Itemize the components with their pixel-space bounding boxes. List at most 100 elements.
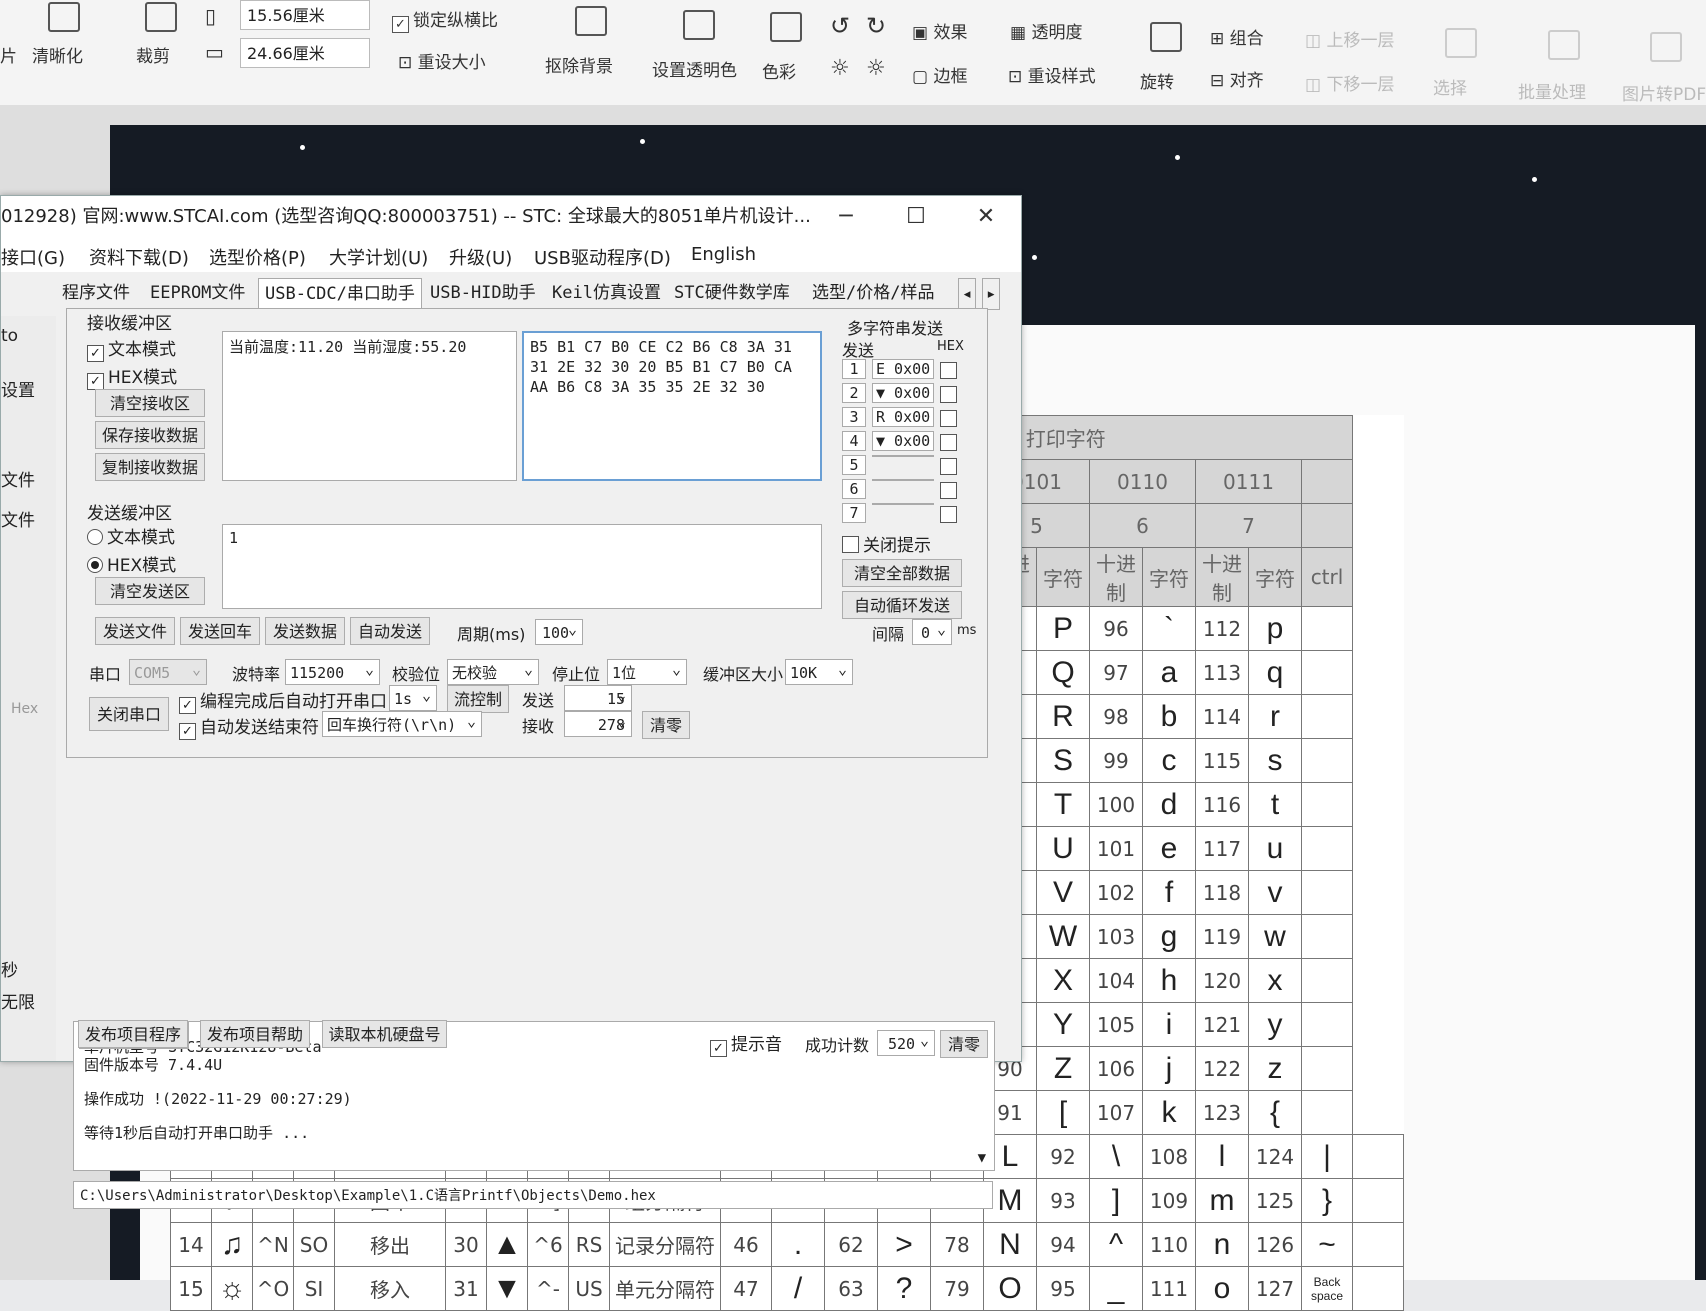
- row-number[interactable]: 6: [842, 479, 866, 499]
- auto-loop-send-button[interactable]: 自动循环发送: [842, 591, 962, 619]
- rotate-button[interactable]: 旋转: [1140, 68, 1174, 93]
- tab-usb-cdc-serial[interactable]: USB-CDC/串口助手: [258, 278, 422, 309]
- menu-interface[interactable]: 接口(G): [1, 244, 65, 270]
- left-strip-item[interactable]: 文件: [1, 466, 35, 491]
- hex-checkbox[interactable]: [940, 434, 957, 451]
- clear-count-button[interactable]: 清零: [642, 711, 690, 739]
- menu-price[interactable]: 选型价格(P): [209, 244, 306, 270]
- group-button[interactable]: ⊞ 组合: [1210, 24, 1264, 49]
- rotate-left-icon[interactable]: ↺: [830, 12, 850, 40]
- row-value[interactable]: ▼ 0x00: [872, 431, 934, 451]
- multi-send-row-4[interactable]: 4 ▼ 0x00: [842, 431, 962, 453]
- send-hex-mode-radio[interactable]: HEX模式: [87, 551, 176, 576]
- hex-checkbox[interactable]: [940, 410, 957, 427]
- tab-selection[interactable]: 选型/价格/样品: [806, 278, 940, 308]
- row-value[interactable]: E 0x00: [872, 359, 934, 379]
- left-strip-item[interactable]: 秒: [1, 956, 18, 981]
- send-data-button[interactable]: 发送数据: [265, 617, 345, 645]
- width-input[interactable]: 15.56厘米: [240, 0, 370, 30]
- publish-program-button[interactable]: 发布项目程序: [78, 1020, 188, 1048]
- row-number[interactable]: 4: [842, 431, 866, 451]
- receive-text-mode-checkbox[interactable]: ✓ 文本模式: [87, 335, 176, 362]
- publish-help-button[interactable]: 发布项目帮助: [200, 1020, 310, 1048]
- auto-send-button[interactable]: 自动发送: [350, 617, 430, 645]
- close-button[interactable]: ✕: [961, 196, 1011, 238]
- tab-keil[interactable]: Keil仿真设置: [546, 278, 667, 308]
- clear-success-button[interactable]: 清零: [940, 1030, 988, 1058]
- multi-send-row-5[interactable]: 5: [842, 455, 962, 477]
- tab-usb-hid[interactable]: USB-HID助手: [424, 278, 542, 308]
- clarify-button[interactable]: 清晰化: [32, 42, 83, 67]
- transparency-button[interactable]: ▦ 透明度: [1010, 18, 1082, 43]
- effect-button[interactable]: ▣ 效果: [912, 18, 967, 43]
- crop-button[interactable]: 裁剪: [136, 42, 170, 67]
- set-transparent-button[interactable]: 设置透明色: [652, 56, 737, 81]
- tab-scroll-left-icon[interactable]: ◂: [958, 278, 977, 310]
- bring-forward-button[interactable]: ◫ 上移一层: [1305, 26, 1394, 51]
- receive-text-area[interactable]: 当前温度:11.20 当前湿度:55.20: [222, 331, 517, 481]
- brightness-icon[interactable]: ☼: [830, 56, 850, 81]
- hex-checkbox[interactable]: [940, 506, 957, 523]
- row-value[interactable]: ▼ 0x00: [872, 383, 934, 403]
- multi-send-row-7[interactable]: 7: [842, 503, 962, 525]
- minimize-button[interactable]: ─: [821, 196, 871, 238]
- read-disk-button[interactable]: 读取本机硬盘号: [322, 1020, 447, 1048]
- tab-scroll-right-icon[interactable]: ▸: [982, 278, 1001, 310]
- menu-upgrade[interactable]: 升级(U): [449, 244, 512, 270]
- remove-bg-button[interactable]: 抠除背景: [545, 52, 613, 77]
- multi-send-row-3[interactable]: 3 R 0x00: [842, 407, 962, 429]
- to-pdf-button[interactable]: 图片转PDF: [1622, 80, 1706, 105]
- row-value[interactable]: [872, 503, 934, 505]
- close-port-button[interactable]: 关闭串口: [89, 697, 169, 731]
- sound-hint-checkbox[interactable]: ✓ 提示音: [710, 1030, 782, 1057]
- menu-university[interactable]: 大学计划(U): [329, 244, 428, 270]
- send-text-mode-radio[interactable]: 文本模式: [87, 523, 175, 548]
- clear-all-button[interactable]: 清空全部数据: [842, 559, 962, 587]
- rotate-right-icon[interactable]: ↻: [866, 12, 886, 40]
- row-number[interactable]: 3: [842, 407, 866, 427]
- auto-end-checkbox[interactable]: ✓ 自动发送结束符: [179, 713, 319, 740]
- log-scroll-down-icon[interactable]: ▼: [978, 1150, 986, 1166]
- auto-open-delay-select[interactable]: 1s: [389, 682, 437, 711]
- row-number[interactable]: 7: [842, 503, 866, 523]
- multi-send-row-1[interactable]: 1 E 0x00: [842, 359, 962, 381]
- row-number[interactable]: 1: [842, 359, 866, 379]
- clear-receive-button[interactable]: 清空接收区: [95, 389, 205, 417]
- period-input[interactable]: 100: [535, 616, 583, 645]
- close-hint-checkbox[interactable]: 关闭提示: [842, 531, 931, 556]
- flow-control-button[interactable]: 流控制: [447, 685, 509, 713]
- interval-input[interactable]: 0: [912, 616, 952, 645]
- send-file-button[interactable]: 发送文件: [95, 617, 175, 645]
- left-strip-item[interactable]: to: [1, 326, 18, 346]
- row-value[interactable]: [872, 479, 934, 481]
- hex-checkbox[interactable]: [940, 458, 957, 475]
- row-number[interactable]: 5: [842, 455, 866, 475]
- receive-hex-mode-checkbox[interactable]: ✓ HEX模式: [87, 363, 177, 390]
- menu-usb-driver[interactable]: USB驱动程序(D): [534, 244, 671, 270]
- reset-style-button[interactable]: ⊡ 重设样式: [1008, 62, 1096, 87]
- buffer-size-select[interactable]: 10K: [785, 656, 853, 685]
- left-strip-item[interactable]: 无限: [1, 988, 35, 1013]
- send-return-button[interactable]: 发送回车: [180, 617, 260, 645]
- multi-send-row-2[interactable]: 2 ▼ 0x00: [842, 383, 962, 405]
- batch-button[interactable]: 批量处理: [1518, 78, 1586, 103]
- tab-program-file[interactable]: 程序文件: [56, 278, 136, 308]
- align-button[interactable]: ⊟ 对齐: [1210, 66, 1264, 91]
- menu-download[interactable]: 资料下载(D): [89, 244, 189, 270]
- copy-receive-button[interactable]: 复制接收数据: [95, 453, 205, 481]
- port-select[interactable]: COM5: [129, 656, 207, 685]
- hex-checkbox[interactable]: [940, 386, 957, 403]
- select-button[interactable]: 选择: [1433, 74, 1467, 99]
- row-value[interactable]: [872, 455, 934, 457]
- receive-hex-area[interactable]: B5 B1 C7 B0 CE C2 B6 C8 3A 31 31 2E 32 3…: [522, 331, 822, 481]
- row-number[interactable]: 2: [842, 383, 866, 403]
- row-value[interactable]: R 0x00: [872, 407, 934, 427]
- reset-size-button[interactable]: ⊡ 重设大小: [398, 48, 486, 73]
- save-receive-button[interactable]: 保存接收数据: [95, 421, 205, 449]
- menu-english[interactable]: English: [691, 244, 756, 265]
- contrast-icon[interactable]: ☼: [866, 56, 886, 81]
- clear-send-button[interactable]: 清空发送区: [95, 577, 205, 605]
- height-input[interactable]: 24.66厘米: [240, 38, 370, 68]
- maximize-button[interactable]: ☐: [891, 196, 941, 238]
- parity-select[interactable]: 无校验: [447, 656, 539, 685]
